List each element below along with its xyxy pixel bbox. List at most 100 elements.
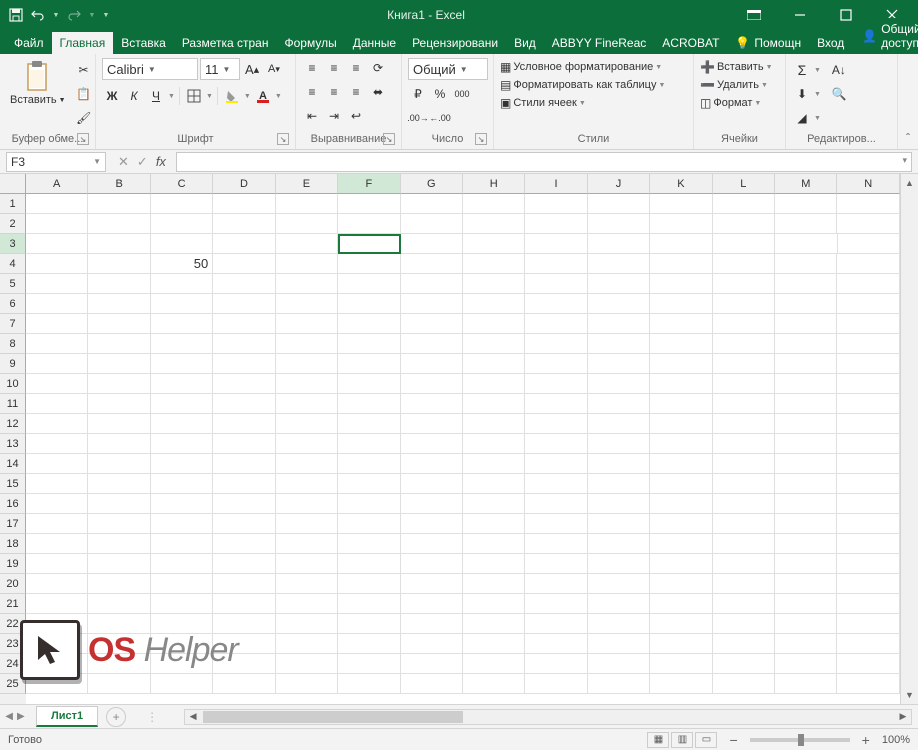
cell-L6[interactable] — [713, 294, 775, 314]
fill-dropdown2[interactable]: ▼ — [814, 91, 821, 98]
cell-C10[interactable] — [151, 374, 213, 394]
cell-I22[interactable] — [525, 614, 587, 634]
horizontal-scrollbar[interactable]: ◀ ▶ — [184, 709, 912, 725]
clear-dropdown[interactable]: ▼ — [814, 115, 821, 122]
cell-I4[interactable] — [525, 254, 587, 274]
cell-L25[interactable] — [713, 674, 775, 694]
cell-J6[interactable] — [588, 294, 650, 314]
percent-icon[interactable]: % — [430, 84, 450, 104]
cell-C18[interactable] — [151, 534, 213, 554]
tab-pagelayout[interactable]: Разметка стран — [174, 32, 277, 54]
conditional-format-button[interactable]: ▦Условное форматирование▼ — [500, 60, 687, 74]
zoom-out-button[interactable]: − — [725, 732, 741, 748]
row-header-11[interactable]: 11 — [0, 394, 26, 414]
redo-icon[interactable] — [66, 7, 82, 23]
zoom-value[interactable]: 100% — [882, 734, 910, 746]
cell-M14[interactable] — [775, 454, 837, 474]
cell-K2[interactable] — [650, 214, 712, 234]
hscroll-thumb[interactable] — [203, 711, 463, 723]
cell-M12[interactable] — [775, 414, 837, 434]
cell-B13[interactable] — [88, 434, 150, 454]
cell-M13[interactable] — [775, 434, 837, 454]
cell-J21[interactable] — [588, 594, 650, 614]
merge-icon[interactable]: ⬌ — [368, 82, 388, 102]
cell-I18[interactable] — [525, 534, 587, 554]
insert-cells-button[interactable]: ➕Вставить▼ — [700, 60, 779, 74]
row-header-20[interactable]: 20 — [0, 574, 26, 594]
cell-I5[interactable] — [525, 274, 587, 294]
cell-L7[interactable] — [713, 314, 775, 334]
cell-J23[interactable] — [588, 634, 650, 654]
cell-F7[interactable] — [338, 314, 400, 334]
cell-M7[interactable] — [775, 314, 837, 334]
cell-F8[interactable] — [338, 334, 400, 354]
cell-F1[interactable] — [338, 194, 400, 214]
qat-customize-icon[interactable]: ▼ — [102, 7, 110, 23]
scroll-left-icon[interactable]: ◀ — [185, 710, 201, 724]
cell-E7[interactable] — [276, 314, 338, 334]
align-top-icon[interactable]: ≡ — [302, 58, 322, 78]
cell-L19[interactable] — [713, 554, 775, 574]
cell-I15[interactable] — [525, 474, 587, 494]
cell-C7[interactable] — [151, 314, 213, 334]
formula-bar[interactable]: ▾ — [176, 152, 912, 172]
cell-J20[interactable] — [588, 574, 650, 594]
cell-L16[interactable] — [713, 494, 775, 514]
cell-B5[interactable] — [88, 274, 150, 294]
cell-G18[interactable] — [401, 534, 463, 554]
fill-color-icon[interactable] — [222, 86, 242, 106]
cell-K21[interactable] — [650, 594, 712, 614]
cell-B10[interactable] — [88, 374, 150, 394]
cell-M8[interactable] — [775, 334, 837, 354]
cell-M25[interactable] — [775, 674, 837, 694]
cell-K25[interactable] — [650, 674, 712, 694]
cell-N2[interactable] — [837, 214, 899, 234]
cell-M16[interactable] — [775, 494, 837, 514]
cell-K19[interactable] — [650, 554, 712, 574]
cell-F13[interactable] — [338, 434, 400, 454]
cell-G10[interactable] — [401, 374, 463, 394]
cell-G16[interactable] — [401, 494, 463, 514]
cell-J3[interactable] — [588, 234, 650, 254]
italic-button[interactable]: К — [124, 86, 144, 106]
cell-J1[interactable] — [588, 194, 650, 214]
cell-E3[interactable] — [276, 234, 338, 254]
font-color-dropdown[interactable]: ▼ — [275, 93, 282, 100]
scroll-down-icon[interactable]: ▼ — [901, 686, 918, 704]
row-header-9[interactable]: 9 — [0, 354, 26, 374]
cell-G19[interactable] — [401, 554, 463, 574]
clear-icon[interactable]: ◢ — [792, 108, 812, 128]
cell-D11[interactable] — [213, 394, 275, 414]
cell-L3[interactable] — [713, 234, 775, 254]
cell-J10[interactable] — [588, 374, 650, 394]
autosum-icon[interactable]: Σ — [792, 60, 812, 80]
paste-button[interactable]: Вставить▼ — [6, 58, 70, 131]
cell-G23[interactable] — [401, 634, 463, 654]
cell-N19[interactable] — [837, 554, 899, 574]
column-header-K[interactable]: K — [650, 174, 712, 194]
cell-J25[interactable] — [588, 674, 650, 694]
cell-M1[interactable] — [775, 194, 837, 214]
cell-J11[interactable] — [588, 394, 650, 414]
cell-G3[interactable] — [401, 234, 463, 254]
cell-G1[interactable] — [401, 194, 463, 214]
cell-D20[interactable] — [213, 574, 275, 594]
cell-H21[interactable] — [463, 594, 525, 614]
row-header-10[interactable]: 10 — [0, 374, 26, 394]
cell-I8[interactable] — [525, 334, 587, 354]
cell-E9[interactable] — [276, 354, 338, 374]
delete-cells-button[interactable]: ➖Удалить▼ — [700, 78, 779, 92]
cell-B18[interactable] — [88, 534, 150, 554]
tab-insert[interactable]: Вставка — [113, 32, 174, 54]
cell-H4[interactable] — [463, 254, 525, 274]
cell-L18[interactable] — [713, 534, 775, 554]
cell-H2[interactable] — [463, 214, 525, 234]
cell-L2[interactable] — [713, 214, 775, 234]
cell-F9[interactable] — [338, 354, 400, 374]
row-header-1[interactable]: 1 — [0, 194, 26, 214]
cell-C25[interactable] — [151, 674, 213, 694]
cell-E11[interactable] — [276, 394, 338, 414]
cell-J24[interactable] — [588, 654, 650, 674]
cell-J2[interactable] — [588, 214, 650, 234]
cell-F18[interactable] — [338, 534, 400, 554]
